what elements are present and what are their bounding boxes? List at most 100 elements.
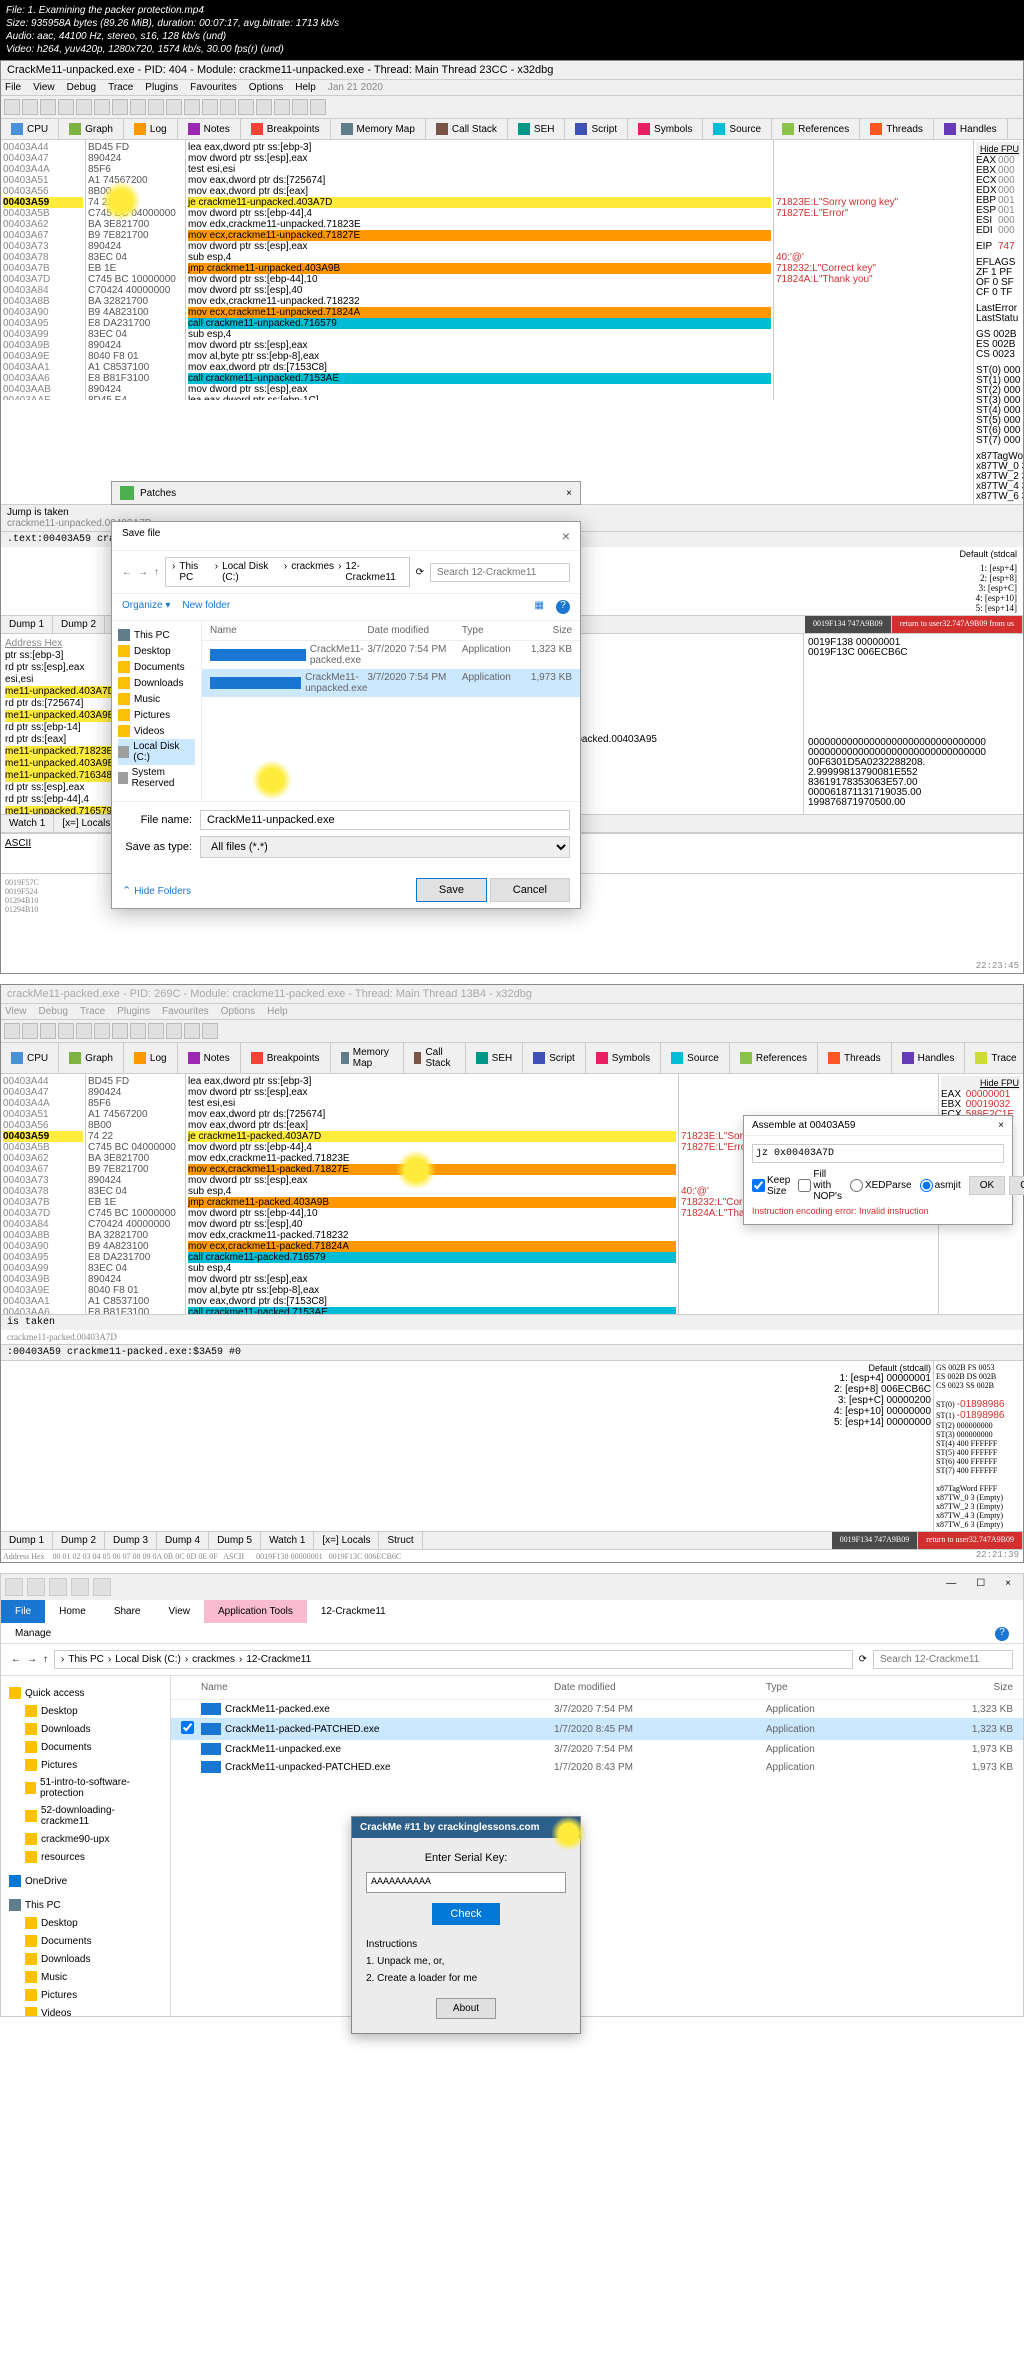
- dump-tab[interactable]: Dump 3: [105, 1532, 157, 1549]
- menu-view[interactable]: View: [5, 1006, 27, 1017]
- tab-references[interactable]: References: [730, 1043, 818, 1073]
- tab-source[interactable]: Source: [661, 1043, 730, 1073]
- tree-pictures[interactable]: Pictures: [118, 707, 195, 723]
- qat-btn[interactable]: [5, 1578, 23, 1596]
- toolbar-btn[interactable]: [4, 99, 20, 115]
- toolbar-btn[interactable]: [202, 99, 218, 115]
- tab-callstack[interactable]: Call Stack: [404, 1043, 466, 1073]
- tree-system-reserved[interactable]: System Reserved: [118, 765, 195, 791]
- qat-btn[interactable]: [71, 1578, 89, 1596]
- hide-folders-link[interactable]: ⌃ Hide Folders: [122, 884, 191, 897]
- file-row[interactable]: CrackMe11-packed-PATCHED.exe 1/7/2020 8:…: [171, 1718, 1023, 1740]
- toolbar-btn[interactable]: [112, 1023, 128, 1039]
- dump-tab[interactable]: Dump 4: [157, 1532, 209, 1549]
- toolbar-btn[interactable]: [40, 99, 56, 115]
- dump-tab[interactable]: Dump 5: [209, 1532, 261, 1549]
- toolbar-btn[interactable]: [184, 99, 200, 115]
- tab-log[interactable]: Log: [124, 119, 178, 139]
- tab-seh[interactable]: SEH: [508, 119, 566, 139]
- nav-forward-icon[interactable]: →: [138, 567, 148, 578]
- refresh-icon[interactable]: ⟳: [416, 567, 424, 578]
- cancel-button[interactable]: Cancel: [490, 878, 570, 902]
- tree-videos[interactable]: Videos: [9, 2004, 162, 2016]
- toolbar-btn[interactable]: [130, 99, 146, 115]
- file-list[interactable]: Name Date modified Type Size CrackMe11-p…: [171, 1676, 1023, 2016]
- tree-documents[interactable]: Documents: [9, 1738, 162, 1756]
- menu-view[interactable]: View: [33, 82, 55, 93]
- breadcrumb[interactable]: ›This PC ›Local Disk (C:) ›crackmes ›12-…: [165, 557, 410, 587]
- toolbar-btn[interactable]: [130, 1023, 146, 1039]
- file-checkbox[interactable]: [181, 1721, 194, 1734]
- hide-fpu-link[interactable]: Hide FPU: [976, 142, 1021, 156]
- tab-app-tools[interactable]: Application Tools: [204, 1600, 307, 1623]
- nav-forward-icon[interactable]: →: [27, 1654, 37, 1665]
- tab-trace[interactable]: Trace: [965, 1043, 1024, 1073]
- watch-tab-bottom[interactable]: Watch 1: [1, 815, 54, 832]
- toolbar-btn[interactable]: [202, 1023, 218, 1039]
- save-button[interactable]: Save: [416, 878, 487, 902]
- serial-input[interactable]: [366, 1872, 566, 1893]
- toolbar-btn[interactable]: [274, 99, 290, 115]
- nav-back-icon[interactable]: ←: [122, 567, 132, 578]
- tab-manage[interactable]: Manage: [15, 1628, 51, 1639]
- close-icon[interactable]: ×: [566, 488, 572, 499]
- toolbar-btn[interactable]: [94, 1023, 110, 1039]
- dump-tab[interactable]: Dump 1: [1, 1532, 53, 1549]
- registers-pane[interactable]: Hide FPU EAX000 EBX000 ECX000 EDX000 EBP…: [973, 140, 1023, 504]
- toolbar-btn[interactable]: [76, 99, 92, 115]
- fill-nops-checkbox[interactable]: Fill with NOP's: [798, 1169, 842, 1202]
- tab-symbols[interactable]: Symbols: [628, 119, 703, 139]
- menu-trace[interactable]: Trace: [108, 82, 133, 93]
- toolbar-btn[interactable]: [220, 99, 236, 115]
- qat-btn[interactable]: [27, 1578, 45, 1596]
- assemble-input[interactable]: [752, 1144, 1004, 1163]
- tab-file[interactable]: File: [1, 1600, 45, 1623]
- file-row[interactable]: CrackMe11-unpacked.exe 3/7/2020 7:54 PM …: [171, 1740, 1023, 1758]
- dump-tab-1[interactable]: Dump 1: [1, 616, 53, 633]
- menu-trace[interactable]: Trace: [80, 1006, 105, 1017]
- maximize-icon[interactable]: ☐: [968, 1578, 993, 1596]
- asmjit-radio[interactable]: asmjit: [920, 1179, 961, 1192]
- toolbar-btn[interactable]: [238, 99, 254, 115]
- qat-btn[interactable]: [49, 1578, 67, 1596]
- toolbar-btn[interactable]: [148, 99, 164, 115]
- close-icon[interactable]: ×: [566, 1822, 572, 1833]
- tab-notes[interactable]: Notes: [178, 1043, 241, 1073]
- toolbar-btn[interactable]: [148, 1023, 164, 1039]
- tree-pictures[interactable]: Pictures: [9, 1986, 162, 2004]
- tree-documents[interactable]: Documents: [9, 1932, 162, 1950]
- tab-seh[interactable]: SEH: [466, 1043, 524, 1073]
- col-type[interactable]: Type: [462, 625, 525, 636]
- toolbar-btn[interactable]: [112, 99, 128, 115]
- tree-downloads[interactable]: Downloads: [9, 1720, 162, 1738]
- tree-quick-access[interactable]: Quick access: [9, 1684, 162, 1702]
- toolbar-btn[interactable]: [58, 99, 74, 115]
- refresh-icon[interactable]: ⟳: [859, 1654, 867, 1665]
- tree-desktop[interactable]: Desktop: [9, 1914, 162, 1932]
- menu-debug[interactable]: Debug: [67, 82, 96, 93]
- tree-videos[interactable]: Videos: [118, 723, 195, 739]
- tree-local-disk[interactable]: Local Disk (C:): [118, 739, 195, 765]
- menu-options[interactable]: Options: [221, 1006, 255, 1017]
- file-list[interactable]: Name Date modified Type Size CrackMe11-p…: [202, 621, 580, 801]
- col-name[interactable]: Name: [210, 625, 367, 636]
- tab-view[interactable]: View: [155, 1600, 205, 1623]
- tab-source[interactable]: Source: [703, 119, 772, 139]
- about-button[interactable]: About: [436, 1998, 496, 2019]
- breadcrumb[interactable]: ›This PC ›Local Disk (C:) ›crackmes ›12-…: [54, 1650, 853, 1669]
- menu-favourites[interactable]: Favourites: [190, 82, 237, 93]
- filename-input[interactable]: [200, 810, 570, 830]
- new-folder-button[interactable]: New folder: [182, 600, 230, 614]
- menu-help[interactable]: Help: [295, 82, 316, 93]
- tab-symbols[interactable]: Symbols: [586, 1043, 661, 1073]
- menu-favourites[interactable]: Favourites: [162, 1006, 209, 1017]
- folder-tree[interactable]: This PC Desktop Documents Downloads Musi…: [112, 621, 202, 801]
- tab-cpu[interactable]: CPU: [1, 1043, 59, 1073]
- organize-menu[interactable]: Organize ▾: [122, 600, 170, 614]
- toolbar-btn[interactable]: [94, 99, 110, 115]
- tree-music[interactable]: Music: [9, 1968, 162, 1986]
- tab-threads[interactable]: Threads: [860, 119, 934, 139]
- menu-plugins[interactable]: Plugins: [145, 82, 178, 93]
- tree-music[interactable]: Music: [118, 691, 195, 707]
- nav-up-icon[interactable]: ↑: [154, 567, 159, 578]
